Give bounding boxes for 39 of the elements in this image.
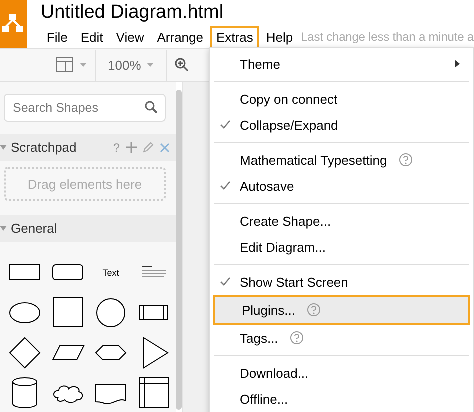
scrollbar[interactable] [176, 90, 182, 410]
menu-item[interactable]: Edit Diagram... [215, 234, 468, 260]
text-shape[interactable]: Text [102, 268, 120, 278]
app-logo[interactable] [0, 0, 27, 48]
menu-bar-item[interactable]: File [40, 26, 74, 48]
menu-item[interactable]: Tags... [215, 325, 468, 351]
search-shapes-field[interactable]: Search Shapes [4, 94, 166, 122]
menu-bar-item[interactable]: View [110, 26, 150, 48]
checkmark-icon [220, 120, 231, 129]
search-icon[interactable] [145, 101, 158, 114]
help-icon [290, 331, 304, 345]
submenu-arrow-icon [455, 60, 460, 68]
menu-item[interactable]: Offline... [215, 386, 468, 412]
general-section-toggle[interactable]: General [0, 220, 58, 236]
menu-item[interactable]: Collapse/Expand [215, 112, 468, 138]
caret-icon [147, 63, 154, 67]
caret-icon [0, 226, 7, 231]
last-change-status: Last change less than a minute a [301, 30, 474, 44]
menu-item[interactable]: Mathematical Typesetting [215, 147, 468, 173]
checkmark-icon [220, 277, 231, 286]
menu-item[interactable]: Plugins... [213, 295, 470, 325]
caret-icon [80, 63, 87, 67]
menu-item[interactable]: Download... [215, 360, 468, 386]
menu-bar-item[interactable]: Help [260, 26, 300, 48]
panel-layout-icon [56, 57, 74, 73]
caret-icon [0, 145, 7, 150]
menu-item[interactable]: Show Start Screen [215, 269, 468, 295]
menu-bar-item[interactable]: Arrange [151, 26, 210, 48]
menu-bar-item[interactable]: Edit [74, 26, 110, 48]
checkmark-icon [220, 181, 231, 190]
menu-item[interactable]: Autosave [215, 173, 468, 199]
help-icon [307, 303, 322, 317]
menu-item[interactable]: Create Shape... [215, 208, 468, 234]
document-title[interactable]: Untitled Diagram.html [40, 2, 474, 26]
zoom-dropdown[interactable]: 100% [96, 58, 166, 72]
scratchpad-section-toggle[interactable]: Scratchpad [0, 140, 77, 156]
menu-item[interactable]: Copy on connect [215, 86, 468, 112]
help-icon [399, 153, 414, 167]
menu-item[interactable]: Theme [215, 51, 468, 77]
